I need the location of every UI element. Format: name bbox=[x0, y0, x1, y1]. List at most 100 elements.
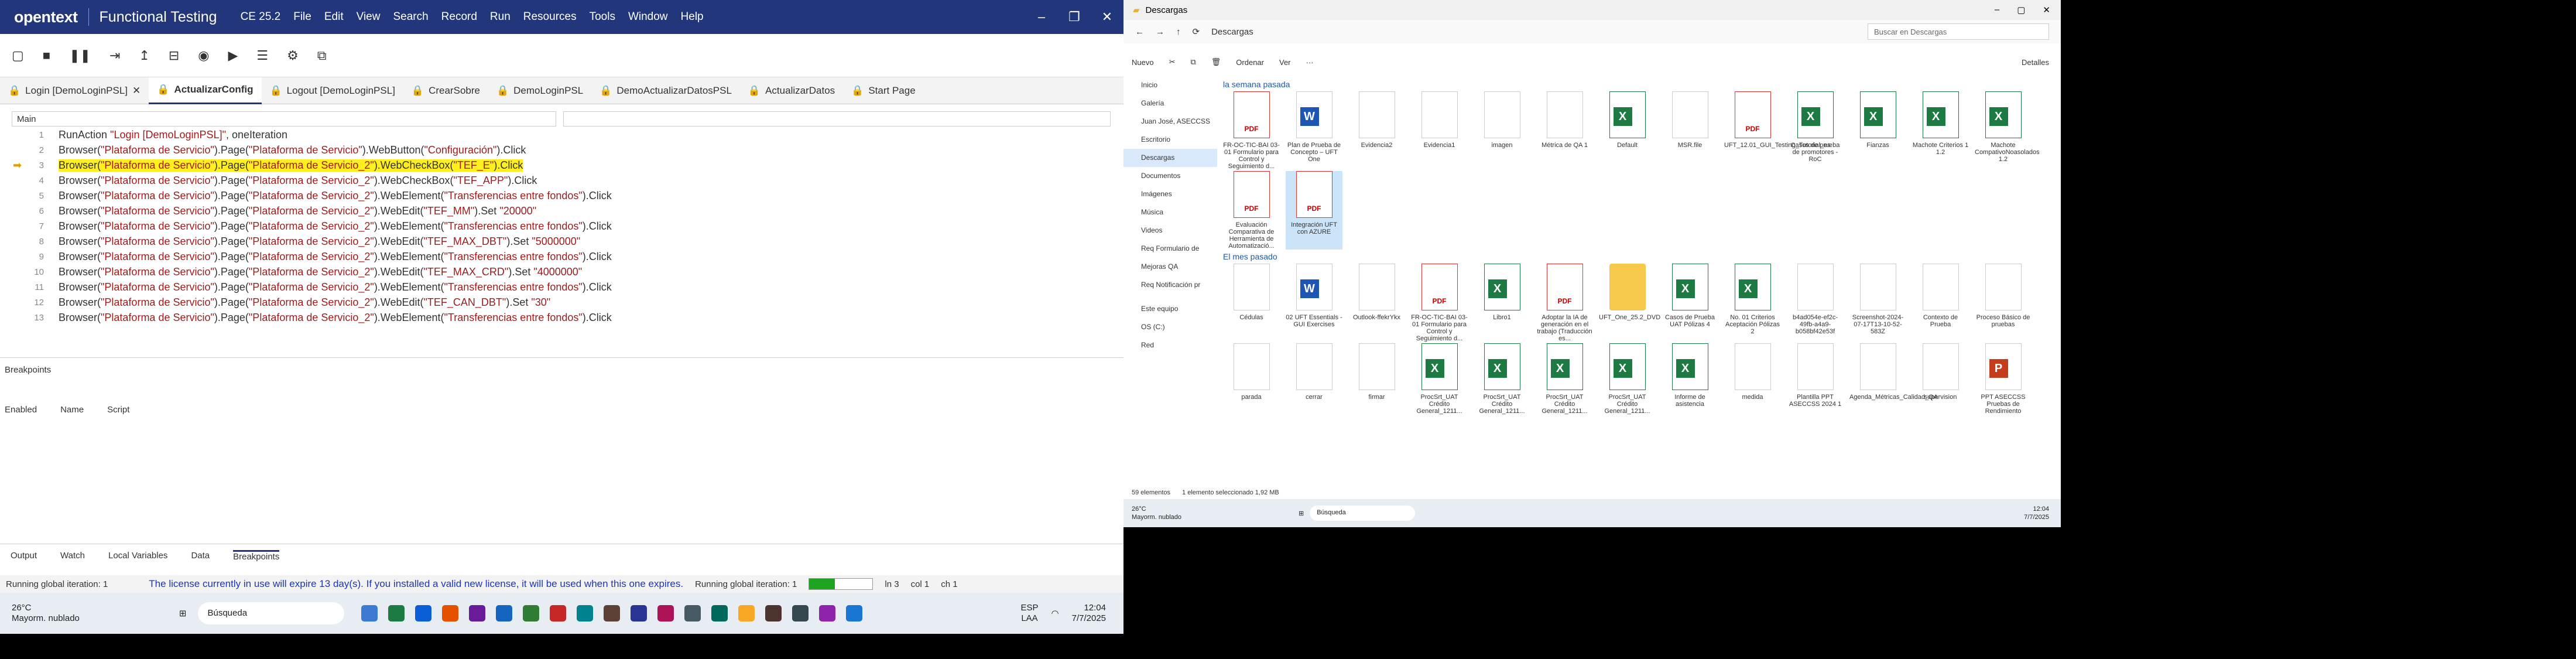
file-item[interactable]: Plan de Prueba de Concepto – UFT One bbox=[1286, 91, 1342, 170]
tab-2[interactable]: 🔒 Logout [DemoLoginPSL] bbox=[262, 77, 403, 104]
code-line[interactable]: 12 Browser("Plataforma de Servicio").Page… bbox=[0, 295, 1107, 310]
file-item[interactable]: Informe de asistencia bbox=[1662, 343, 1718, 415]
start-icon[interactable]: ⊞ bbox=[179, 608, 187, 619]
file-item[interactable]: No. 01 Criterios Aceptación Pólizas 2 bbox=[1724, 264, 1781, 342]
section-week[interactable]: la semana pasada bbox=[1223, 77, 2054, 91]
taskbar-app-icon[interactable] bbox=[765, 605, 782, 622]
file-item[interactable]: Evaluación Comparativa de Herramienta de… bbox=[1223, 171, 1280, 250]
taskbar-app-icon[interactable] bbox=[684, 605, 701, 622]
object-icon[interactable]: ⧉ bbox=[317, 48, 327, 63]
nav-item[interactable]: Música bbox=[1123, 203, 1217, 221]
language-indicator[interactable]: ESP LAA bbox=[1021, 603, 1039, 624]
file-item[interactable]: Machote CompativoNoasolados 1.2 bbox=[1975, 91, 2040, 170]
file-item[interactable]: Screenshot-2024-07-17T13-10-52-583Z bbox=[1849, 264, 1906, 342]
maximize-icon[interactable]: ▢ bbox=[2017, 5, 2025, 15]
file-item[interactable]: imagen bbox=[1474, 91, 1530, 170]
settings-icon[interactable]: ⚙ bbox=[287, 48, 299, 63]
code-line[interactable]: 13 Browser("Plataforma de Servicio").Page… bbox=[0, 310, 1107, 326]
maximize-icon[interactable]: ❐ bbox=[1058, 0, 1091, 34]
taskbar-app-icon[interactable] bbox=[415, 605, 432, 622]
code-line[interactable]: 1 RunAction "Login [DemoLoginPSL]", oneIt… bbox=[0, 128, 1107, 143]
nav-item[interactable]: OS (C:) bbox=[1123, 318, 1217, 336]
minimize-icon[interactable]: – bbox=[1025, 0, 1058, 34]
bottom-tab-2[interactable]: Local Variables bbox=[108, 551, 167, 561]
tab-4[interactable]: 🔒 DemoLoginPSL bbox=[488, 77, 591, 104]
menu-run[interactable]: Run bbox=[490, 11, 511, 23]
file-item[interactable]: b4ad054e-ef2c-49fb-a4a9-b058bf42e53f bbox=[1787, 264, 1844, 342]
sort-button[interactable]: Ordenar bbox=[1236, 58, 1264, 67]
file-item[interactable]: firmar bbox=[1348, 343, 1405, 415]
file-item[interactable]: Agenda_Métricas_Calidad_QA bbox=[1849, 343, 1938, 415]
address-path[interactable]: Descargas bbox=[1211, 27, 1253, 37]
taskbar-search[interactable]: Búsqueda bbox=[198, 602, 345, 624]
nav-item[interactable]: Imágenes bbox=[1123, 185, 1217, 203]
taskbar-app-icon[interactable] bbox=[738, 605, 755, 622]
delete-icon[interactable]: 🗑 bbox=[1211, 57, 1221, 67]
file-item[interactable]: FR-OC-TIC-BAI 03-01 Formulario para Cont… bbox=[1223, 91, 1280, 170]
code-line[interactable]: 8 Browser("Plataforma de Servicio").Page(… bbox=[0, 234, 1107, 250]
nav-item[interactable]: Galería bbox=[1123, 94, 1217, 112]
nav-item[interactable]: Req Notificación pr bbox=[1123, 276, 1217, 294]
taskbar-app-icon[interactable] bbox=[711, 605, 728, 622]
bp-col-name[interactable]: Name bbox=[60, 405, 84, 415]
file-item[interactable]: Contexto de Prueba bbox=[1912, 264, 1969, 342]
taskbar-app-icon[interactable] bbox=[523, 605, 540, 622]
stop-icon[interactable]: ■ bbox=[43, 48, 50, 63]
taskbar-app-icon[interactable] bbox=[496, 605, 513, 622]
tab-1[interactable]: 🔒 ActualizarConfig bbox=[149, 77, 262, 104]
file-item[interactable]: Fianzas bbox=[1849, 91, 1906, 170]
taskbar-app-icon[interactable] bbox=[819, 605, 836, 622]
file-item[interactable]: Machote Criterios 1 1.2 bbox=[1912, 91, 1969, 170]
more-icon[interactable]: ··· bbox=[1306, 58, 1314, 67]
file-item[interactable]: medida bbox=[1724, 343, 1781, 415]
menu-file[interactable]: File bbox=[293, 11, 311, 23]
menu-resources[interactable]: Resources bbox=[523, 11, 577, 23]
step-out-icon[interactable]: ↥ bbox=[139, 48, 149, 63]
refresh-icon[interactable]: ⟳ bbox=[1193, 26, 1200, 37]
code-line[interactable]: 7 Browser("Plataforma de Servicio").Page(… bbox=[0, 219, 1107, 234]
tab-7[interactable]: 🔒 Start Page bbox=[843, 77, 924, 104]
back-icon[interactable]: ← bbox=[1135, 27, 1144, 37]
taskbar-app-icon[interactable] bbox=[469, 605, 486, 622]
weather-widget[interactable]: 26°C Mayorm. nublado bbox=[1132, 505, 1181, 521]
run-icon[interactable]: ▶ bbox=[228, 48, 238, 63]
file-item[interactable]: UFT_One_25.2_DVD bbox=[1599, 264, 1660, 342]
taskbar-app-icon[interactable] bbox=[388, 605, 405, 622]
file-item[interactable]: PPT ASECCSS Pruebas de Rendimiento bbox=[1975, 343, 2032, 415]
nav-item[interactable]: Req Formulario de bbox=[1123, 240, 1217, 258]
nav-item[interactable]: Videos bbox=[1123, 221, 1217, 240]
file-item[interactable]: Adoptar la IA de generación en el trabaj… bbox=[1536, 264, 1593, 342]
pause-icon[interactable]: ❚❚ bbox=[69, 48, 91, 63]
clock[interactable]: 12:04 7/7/2025 bbox=[2024, 505, 2049, 521]
taskbar-app-icon[interactable] bbox=[442, 605, 459, 622]
clock[interactable]: 12:04 7/7/2025 bbox=[1072, 603, 1106, 624]
file-item[interactable]: Plantilla PPT ASECCSS 2024 1 bbox=[1787, 343, 1844, 415]
bp-col-enabled[interactable]: Enabled bbox=[5, 405, 37, 415]
record-icon[interactable]: ◉ bbox=[198, 48, 209, 63]
step-icon[interactable]: ⇥ bbox=[109, 48, 120, 63]
nav-item[interactable]: Inicio bbox=[1123, 76, 1217, 94]
menu-window[interactable]: Window bbox=[628, 11, 668, 23]
file-item[interactable]: ProcSrt_UAT Crédito General_1211... bbox=[1536, 343, 1593, 415]
nav-item[interactable]: Documentos bbox=[1123, 167, 1217, 185]
close-icon[interactable]: ✕ bbox=[1091, 0, 1123, 34]
bottom-tab-4[interactable]: Breakpoints bbox=[233, 549, 280, 562]
file-item[interactable]: ProcSrt_UAT Crédito General_1211... bbox=[1599, 343, 1656, 415]
menu-record[interactable]: Record bbox=[441, 11, 477, 23]
code-line[interactable]: 10 Browser("Plataforma de Servicio").Page… bbox=[0, 265, 1107, 280]
up-icon[interactable]: ↑ bbox=[1176, 27, 1181, 37]
forward-icon[interactable]: → bbox=[1156, 27, 1164, 37]
taskbar-search[interactable]: Búsqueda bbox=[1310, 506, 1416, 521]
wifi-icon[interactable]: ◠ bbox=[1051, 608, 1059, 619]
tab-0[interactable]: 🔒 Login [DemoLoginPSL] ✕ bbox=[0, 77, 149, 104]
procedure-combo[interactable] bbox=[563, 111, 1111, 127]
tab-5[interactable]: 🔒 DemoActualizarDatosPSL bbox=[591, 77, 740, 104]
taskbar-app-icon[interactable] bbox=[604, 605, 621, 622]
bp-col-script[interactable]: Script bbox=[107, 405, 129, 415]
file-item[interactable]: ProcSrt_UAT Crédito General_1211... bbox=[1411, 343, 1468, 415]
archive-icon[interactable]: ⊟ bbox=[169, 48, 179, 63]
code-line[interactable]: 3 Browser("Plataforma de Servicio").Page(… bbox=[0, 158, 1107, 173]
file-item[interactable]: Métrica de QA 1 bbox=[1536, 91, 1593, 170]
bottom-tab-0[interactable]: Output bbox=[11, 551, 37, 561]
file-item[interactable]: cerrar bbox=[1286, 343, 1342, 415]
